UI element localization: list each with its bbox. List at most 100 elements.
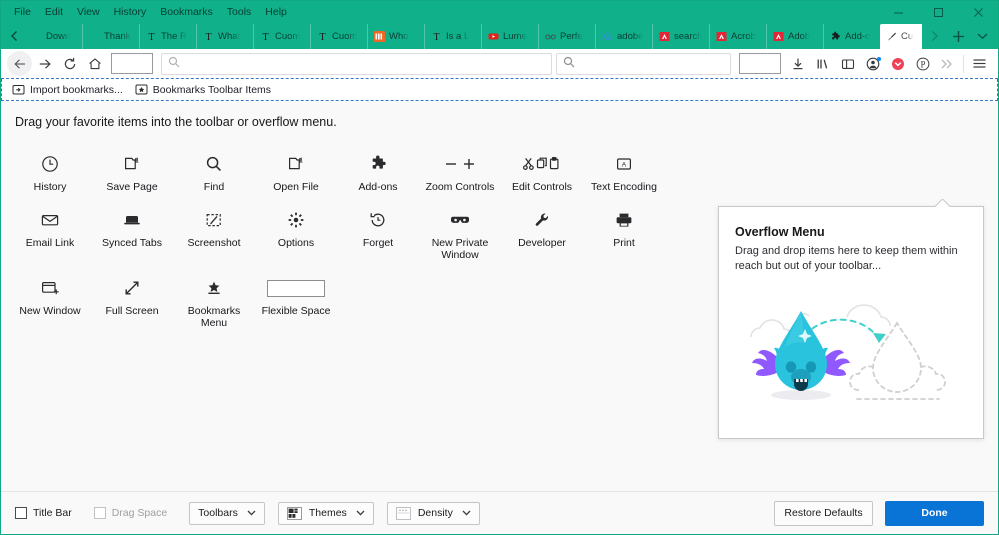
minimize-icon[interactable] xyxy=(878,1,918,23)
tabstrip-controls xyxy=(922,23,998,49)
palette-item-label: Save Page xyxy=(106,181,158,193)
bookmarks-toolbar-items-button[interactable]: Bookmarks Toolbar Items xyxy=(129,81,277,98)
done-button[interactable]: Done xyxy=(885,500,984,526)
tab-is-a-l[interactable]: T Is a L xyxy=(424,24,481,49)
tab-label: Perfe xyxy=(560,31,583,42)
palette-item-find[interactable]: Find xyxy=(173,143,255,199)
toolbar-drop-slot-right[interactable] xyxy=(739,53,781,74)
chevron-right-icon[interactable] xyxy=(922,23,946,49)
palette-item-synced-tabs[interactable]: Synced Tabs xyxy=(91,199,173,267)
library-button[interactable] xyxy=(810,52,835,76)
tab-adob[interactable]: Adob xyxy=(766,24,823,49)
themes-label: Themes xyxy=(308,507,347,519)
tab-lume[interactable]: Lume xyxy=(481,24,538,49)
plus-icon[interactable] xyxy=(946,23,970,49)
palette-item-open-file[interactable]: Open File xyxy=(255,143,337,199)
palette-item-options[interactable]: Options xyxy=(255,199,337,267)
tab-label: Acrob xyxy=(731,31,756,42)
palette-item-label: Bookmarks Menu xyxy=(187,305,241,329)
palette-item-full-screen[interactable]: Full Screen xyxy=(91,267,173,335)
restore-defaults-button[interactable]: Restore Defaults xyxy=(774,500,873,526)
palette-item-new-window[interactable]: New Window xyxy=(9,267,91,335)
palette-item-developer[interactable]: Developer xyxy=(501,199,583,267)
palette-item-label: Zoom Controls xyxy=(425,181,495,193)
palette-item-history[interactable]: History xyxy=(9,143,91,199)
svg-text:G: G xyxy=(604,32,612,42)
chevron-down-icon[interactable] xyxy=(970,23,994,49)
import-bookmarks-button[interactable]: Import bookmarks... xyxy=(6,81,129,98)
overflow-menu-panel[interactable]: Overflow Menu Drag and drop items here t… xyxy=(718,206,984,439)
nyt-favicon: T xyxy=(260,31,271,42)
close-icon[interactable] xyxy=(958,1,998,23)
cut-copy-paste-icon xyxy=(522,151,562,177)
home-button[interactable] xyxy=(82,52,107,76)
magnifier-icon xyxy=(168,55,180,73)
tab-label: Who xyxy=(389,31,409,42)
palette-item-flexible-space[interactable]: Flexible Space xyxy=(255,267,337,335)
tab-acrob[interactable]: Acrob xyxy=(709,24,766,49)
reload-button[interactable] xyxy=(57,52,82,76)
svg-text:T: T xyxy=(148,32,154,42)
menu-view[interactable]: View xyxy=(70,3,107,21)
menu-edit[interactable]: Edit xyxy=(38,3,70,21)
toolbar-drop-slot[interactable] xyxy=(111,53,153,74)
tab-who[interactable]: Who xyxy=(367,24,424,49)
back-arrow-icon xyxy=(7,51,32,76)
back-button[interactable] xyxy=(7,51,32,76)
bookmarks-toolbar: Import bookmarks... Bookmarks Toolbar It… xyxy=(1,79,998,101)
palette-item-add-ons[interactable]: Add-ons xyxy=(337,143,419,199)
palette-item-text-encoding[interactable]: A Text Encoding xyxy=(583,143,665,199)
overflow-chevrons-icon[interactable] xyxy=(935,52,960,76)
reload-icon xyxy=(63,57,77,71)
palette-item-bookmarks-menu[interactable]: Bookmarks Menu xyxy=(173,267,255,335)
tab-cuom-2[interactable]: T Cuom xyxy=(310,24,367,49)
puzzle-icon xyxy=(369,151,387,177)
account-button[interactable] xyxy=(860,52,885,76)
menu-file[interactable]: File xyxy=(7,3,38,21)
tab-label: What xyxy=(218,31,241,42)
menu-help[interactable]: Help xyxy=(258,3,294,21)
tab-down[interactable]: Down xyxy=(25,24,82,49)
tab-what[interactable]: T What xyxy=(196,24,253,49)
palette-item-print[interactable]: Print xyxy=(583,199,665,267)
tab-label: Down xyxy=(46,31,71,42)
tab-cuom-1[interactable]: T Cuom xyxy=(253,24,310,49)
palette-item-zoom-controls[interactable]: Zoom Controls xyxy=(419,143,501,199)
sidebars-button[interactable] xyxy=(835,52,860,76)
tab-adobe[interactable]: G adobe xyxy=(595,24,652,49)
palette-item-save-page[interactable]: Save Page xyxy=(91,143,173,199)
tab-search[interactable]: search xyxy=(652,24,709,49)
tab-thank-you[interactable]: Thank you xyxy=(82,24,139,49)
themes-dropdown[interactable]: Themes xyxy=(277,501,374,525)
title-bar-checkbox-row[interactable]: Title Bar xyxy=(15,507,72,519)
tab-customize-active[interactable]: Cu xyxy=(880,24,922,49)
title-bar-checkbox[interactable] xyxy=(15,507,27,519)
maximize-icon[interactable] xyxy=(918,1,958,23)
gear-icon xyxy=(287,207,305,233)
tab-the-r[interactable]: T The R xyxy=(139,24,196,49)
density-dropdown[interactable]: Density xyxy=(386,501,480,525)
svg-text:T: T xyxy=(433,32,439,42)
palette-item-new-private-window[interactable]: New Private Window xyxy=(419,199,501,267)
menu-tools[interactable]: Tools xyxy=(220,3,259,21)
tab-add-ons[interactable]: Add-o xyxy=(823,24,880,49)
tab-perfe[interactable]: Perfe xyxy=(538,24,595,49)
pocket-button[interactable] xyxy=(885,52,910,76)
search-bar[interactable] xyxy=(556,52,731,75)
forward-button[interactable] xyxy=(32,52,57,76)
chevron-left-icon[interactable] xyxy=(3,23,25,49)
menu-bookmarks[interactable]: Bookmarks xyxy=(153,3,220,21)
tab-label: Cu xyxy=(901,31,914,42)
downloads-button[interactable] xyxy=(785,52,810,76)
palette-item-screenshot[interactable]: Screenshot xyxy=(173,199,255,267)
palette-item-forget[interactable]: Forget xyxy=(337,199,419,267)
pinterest-button[interactable]: P xyxy=(910,52,935,76)
url-bar[interactable] xyxy=(161,52,552,75)
menu-history[interactable]: History xyxy=(107,3,154,21)
forget-icon xyxy=(369,207,387,233)
palette-item-edit-controls[interactable]: Edit Controls xyxy=(501,143,583,199)
hamburger-menu-icon[interactable] xyxy=(967,52,992,76)
blank-favicon xyxy=(89,31,100,42)
toolbars-dropdown[interactable]: Toolbars xyxy=(189,501,265,525)
palette-item-email-link[interactable]: Email Link xyxy=(9,199,91,267)
